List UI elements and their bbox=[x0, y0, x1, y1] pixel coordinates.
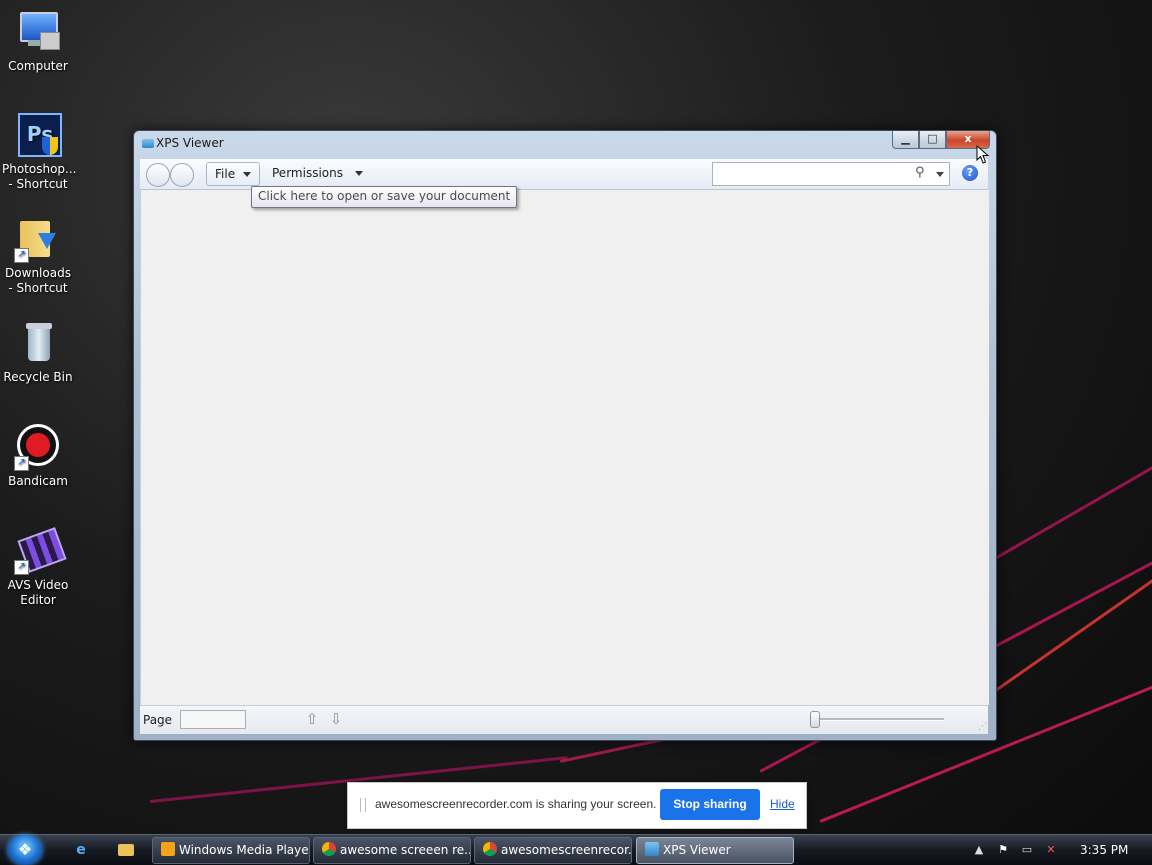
taskbar-button-label: Windows Media Player bbox=[179, 843, 310, 857]
start-button[interactable]: ❖ bbox=[8, 835, 42, 865]
sharing-message: awesomescreenrecorder.com is sharing you… bbox=[375, 797, 657, 811]
desktop-icon-label: Computer bbox=[8, 59, 68, 73]
previous-page-icon[interactable]: ⇧ bbox=[304, 710, 320, 728]
network-icon[interactable]: ▭ bbox=[1020, 843, 1034, 857]
chevron-down-icon bbox=[243, 172, 252, 177]
wallpaper-streak bbox=[989, 450, 1152, 563]
file-tooltip: Click here to open or save your document bbox=[251, 186, 518, 208]
hide-link[interactable]: Hide bbox=[770, 797, 795, 811]
desktop-icon-label: Bandicam bbox=[8, 474, 68, 488]
back-button[interactable] bbox=[146, 163, 170, 187]
show-hidden-icons-icon[interactable]: ▲ bbox=[972, 843, 986, 857]
chevron-down-icon bbox=[354, 171, 363, 176]
status-bar: Page ⇧ ⇩ ⋰ bbox=[140, 705, 988, 734]
recycle-bin-icon bbox=[14, 319, 62, 367]
window-title: XPS Viewer bbox=[156, 136, 224, 150]
desktop-icon-downloads[interactable]: ↗ Downloads - Shortcut bbox=[2, 207, 74, 296]
taskbar-button-windows-media-player[interactable]: Windows Media Player bbox=[152, 837, 310, 864]
computer-icon bbox=[14, 8, 62, 56]
desktop-icon-photoshop[interactable]: Ps Photoshop... - Shortcut bbox=[2, 103, 77, 192]
action-center-icon[interactable]: ⚑ bbox=[996, 843, 1010, 857]
folder-icon: ↗ bbox=[14, 215, 62, 263]
zoom-slider-track[interactable] bbox=[816, 718, 944, 721]
file-menu-label: File bbox=[215, 167, 236, 181]
forward-button[interactable] bbox=[170, 163, 194, 187]
desktop-icon-bandicam[interactable]: ↗ Bandicam bbox=[2, 415, 74, 489]
permissions-menu-label: Permissions bbox=[272, 166, 343, 180]
bandicam-icon: ↗ bbox=[14, 423, 62, 471]
next-page-icon[interactable]: ⇩ bbox=[328, 710, 344, 728]
desktop-icon-label: Recycle Bin bbox=[3, 370, 73, 384]
minimize-button[interactable]: ▁ bbox=[892, 131, 919, 149]
shortcut-arrow-icon: ↗ bbox=[14, 560, 29, 575]
maximize-button[interactable]: □ bbox=[919, 131, 946, 149]
screen-sharing-bar: awesomescreenrecorder.com is sharing you… bbox=[347, 782, 807, 829]
volume-muted-icon[interactable]: ✕ bbox=[1044, 843, 1058, 857]
taskbar-button-label: awesomescreenrecor... bbox=[501, 843, 632, 857]
clock[interactable]: 3:35 PM bbox=[1080, 843, 1128, 857]
taskbar: ❖ e Windows Media Player awesome screeen… bbox=[0, 834, 1152, 865]
xps-viewer-app-icon bbox=[142, 139, 154, 148]
shortcut-arrow-icon: ↗ bbox=[14, 456, 29, 471]
chrome-icon bbox=[322, 842, 336, 856]
internet-explorer-icon[interactable]: e bbox=[72, 841, 90, 859]
stop-sharing-button[interactable]: Stop sharing bbox=[660, 789, 760, 820]
page-number-input[interactable] bbox=[180, 710, 246, 729]
xps-viewer-window: XPS Viewer ▁ □ x File Permissions ⚲ ? Pa… bbox=[133, 130, 997, 741]
xps-viewer-app-icon bbox=[645, 842, 659, 856]
page-label: Page bbox=[143, 713, 173, 727]
search-input[interactable]: ⚲ bbox=[712, 162, 950, 186]
shortcut-arrow-icon: ↗ bbox=[14, 248, 29, 263]
search-icon[interactable]: ⚲ bbox=[915, 166, 929, 180]
media-player-icon bbox=[161, 842, 175, 856]
taskbar-button-chrome-1[interactable]: awesome screeen re... bbox=[313, 837, 471, 864]
desktop-icon-recycle-bin[interactable]: Recycle Bin bbox=[2, 311, 74, 385]
resize-grip-icon[interactable]: ⋰ bbox=[978, 722, 987, 732]
chrome-icon bbox=[483, 842, 497, 856]
permissions-menu-button[interactable]: Permissions bbox=[264, 162, 371, 184]
drag-handle-icon[interactable] bbox=[360, 798, 366, 812]
taskbar-button-chrome-2[interactable]: awesomescreenrecor... bbox=[474, 837, 632, 864]
photoshop-icon: Ps bbox=[14, 111, 62, 159]
taskbar-button-xps-viewer[interactable]: XPS Viewer bbox=[636, 837, 794, 864]
desktop-icon-avs-video-editor[interactable]: ↗ AVS Video Editor bbox=[2, 519, 74, 608]
taskbar-button-label: awesome screeen re... bbox=[340, 843, 471, 857]
desktop-icon-label: Downloads - Shortcut bbox=[5, 266, 71, 295]
desktop-icon-label: Photoshop... - Shortcut bbox=[2, 162, 77, 191]
explorer-folder-icon[interactable] bbox=[118, 841, 136, 859]
desktop-icon-label: AVS Video Editor bbox=[7, 578, 69, 607]
film-strip-icon: ↗ bbox=[14, 527, 67, 575]
windows-logo-icon: ❖ bbox=[17, 840, 33, 859]
file-menu-button[interactable]: File bbox=[206, 162, 261, 186]
help-icon[interactable]: ? bbox=[962, 165, 978, 181]
document-view[interactable] bbox=[140, 190, 989, 705]
search-options-chevron-icon[interactable] bbox=[936, 172, 944, 177]
desktop-icon-computer[interactable]: Computer bbox=[2, 0, 74, 74]
mouse-cursor-icon bbox=[976, 145, 990, 164]
taskbar-button-label: XPS Viewer bbox=[663, 843, 731, 857]
zoom-slider-thumb[interactable] bbox=[810, 711, 820, 728]
